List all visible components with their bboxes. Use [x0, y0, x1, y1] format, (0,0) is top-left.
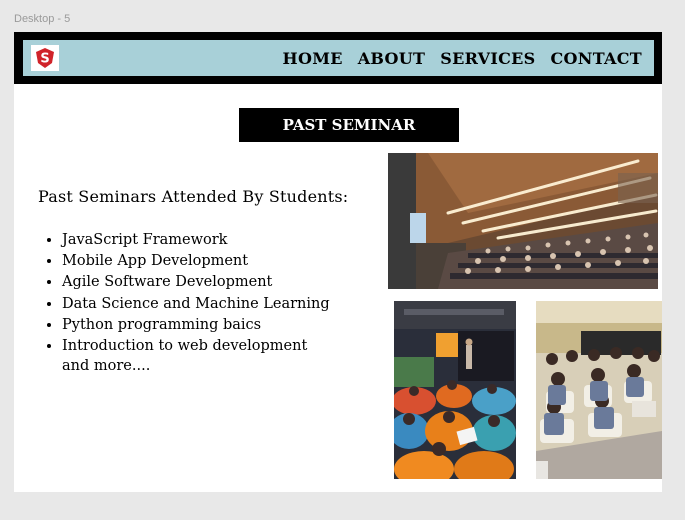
seminar-list: JavaScript Framework Mobile App Developm… [37, 230, 330, 357]
beanbag-seminar-photo [394, 301, 516, 479]
more-text: and more.... [62, 358, 151, 374]
nav-links: HOME ABOUT SERVICES CONTACT [268, 40, 642, 76]
audience-photo [536, 301, 662, 479]
list-item: Mobile App Development [62, 251, 330, 272]
nav-contact[interactable]: CONTACT [551, 49, 642, 68]
logo-letter: S [40, 52, 49, 67]
logo-icon: S [36, 48, 54, 68]
logo[interactable]: S [31, 45, 59, 71]
seminars-heading: Past Seminars Attended By Students: [38, 187, 349, 206]
frame-label: Desktop - 5 [14, 13, 71, 25]
nav-home[interactable]: HOME [283, 49, 343, 68]
list-item: Python programming baics [62, 315, 330, 336]
list-item: Data Science and Machine Learning [62, 294, 330, 315]
navbar: S HOME ABOUT SERVICES CONTACT [14, 32, 662, 84]
lecture-hall-photo [388, 153, 658, 289]
navbar-inner: S HOME ABOUT SERVICES CONTACT [23, 40, 654, 76]
page-artboard: S HOME ABOUT SERVICES CONTACT PAST SEMIN… [14, 32, 662, 492]
nav-about[interactable]: ABOUT [358, 49, 426, 68]
list-item: Introduction to web development [62, 336, 330, 357]
list-item: Agile Software Development [62, 272, 330, 293]
nav-services[interactable]: SERVICES [440, 49, 535, 68]
list-item: JavaScript Framework [62, 230, 330, 251]
section-title: PAST SEMINAR [239, 108, 459, 142]
